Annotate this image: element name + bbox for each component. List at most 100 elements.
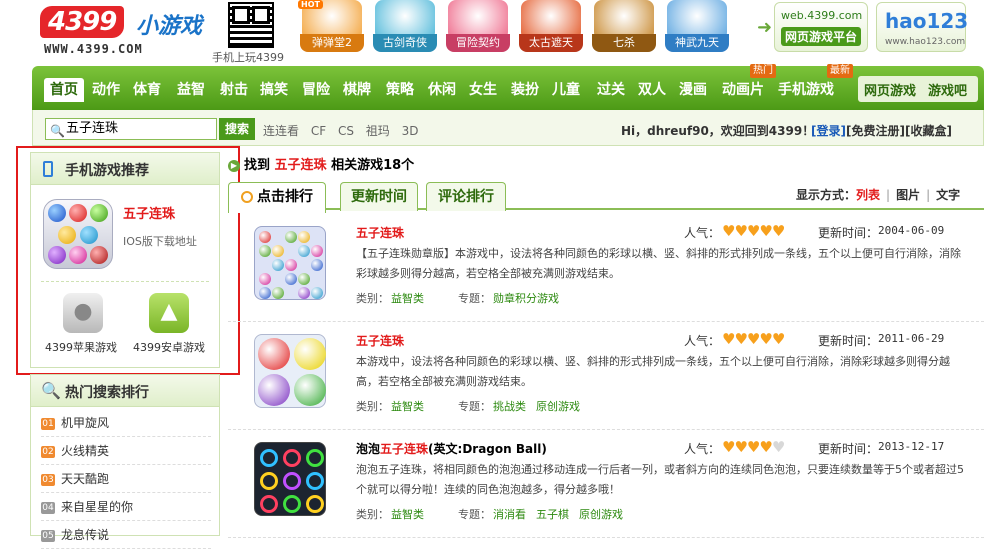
display-text[interactable]: 文字 [936,188,960,202]
game-thumbnail-icon[interactable] [254,334,326,408]
display-mode: 显示方式：列表 | 图片 | 文字 [796,188,961,202]
apple-games-link[interactable]: 4399苹果游戏 [45,339,117,355]
category-link[interactable]: 益智类 [391,508,424,521]
nav-item-levels[interactable]: 过关 [597,78,625,102]
nav-item-shooting[interactable]: 射击 [220,78,248,102]
category-label: 类别： [356,400,389,413]
tab-clicks[interactable]: 点击排行 [228,182,326,213]
apple-icon[interactable]: ● [63,293,103,333]
android-icon[interactable]: ▲ [149,293,189,333]
title-red: 五子连珠 [356,226,405,240]
nav-item-girls[interactable]: 女生 [469,78,497,102]
topic-link[interactable]: 原创游戏 [536,400,580,413]
rank-item[interactable]: 01 机甲旋风 [41,409,211,437]
ball-icon [285,231,297,243]
ball-icon [48,204,66,222]
nav-item-two-player[interactable]: 双人 [638,78,666,102]
heart-icon: ♥ [734,438,747,456]
hot-word[interactable]: CS [338,124,354,138]
heart-icon: ♥ [722,330,735,348]
featured-game-label: 弹弹堂2 [300,34,364,52]
heart-icon: ♥ [771,222,785,240]
topic-link[interactable]: 勋章积分游戏 [493,292,559,305]
divider [41,281,209,282]
game-title[interactable]: 五子连珠 [356,332,404,349]
category-link[interactable]: 益智类 [391,400,424,413]
nav-item-cartoons[interactable]: 动画片 [722,78,764,102]
featured-game-3[interactable]: 冒险契约 [442,0,512,56]
featured-game-label: 冒险契约 [446,34,510,52]
update-label: 更新时间： [818,442,879,456]
ball-icon [260,472,278,490]
topic-link[interactable]: 原创游戏 [579,508,623,521]
rank-number: 04 [41,501,55,514]
nav-right-box: 网页游戏 游戏吧 [858,76,978,102]
nav-item-dressup[interactable]: 装扮 [511,78,539,102]
nav-game-bar[interactable]: 游戏吧 [928,80,967,99]
hot-word[interactable]: 连连看 [263,124,299,138]
ball-icon [298,245,310,257]
update-label: 更新时间： [818,226,879,240]
tab-update-time[interactable]: 更新时间 [340,182,418,211]
nav-item-mobile-games[interactable]: 手机游戏 [778,78,834,102]
rank-item[interactable]: 03 天天酷跑 [41,465,211,493]
nav-item-strategy[interactable]: 策略 [386,78,414,102]
game-thumbnail-icon[interactable] [254,442,326,516]
display-list[interactable]: 列表 [856,188,880,202]
featured-game-5[interactable]: 七杀 [588,0,658,56]
nav-item-sports[interactable]: 体育 [133,78,161,102]
nav-item-casual[interactable]: 休闲 [428,78,456,102]
favorite-box-link[interactable]: [收藏盒] [905,124,952,138]
mobile-game-name[interactable]: 五子连珠 [123,203,175,222]
tab-comments[interactable]: 评论排行 [426,182,506,211]
heart-icon: ♥ [771,438,785,456]
nav-item-puzzle[interactable]: 益智 [177,78,205,102]
topic-link[interactable]: 消消看 [493,508,526,521]
search-button[interactable]: 搜索 [219,118,255,140]
ball-icon [294,374,326,406]
ball-icon [259,231,271,243]
topic-link[interactable]: 五子棋 [536,508,569,521]
nav-item-action[interactable]: 动作 [92,78,120,102]
ball-icon [272,287,284,299]
rank-item[interactable]: 02 火线精英 [41,437,211,465]
hot-word[interactable]: 祖玛 [366,124,390,138]
login-link[interactable]: [登录] [811,124,846,138]
nav-item-kids[interactable]: 儿童 [552,78,580,102]
nav-item-adventure[interactable]: 冒险 [302,78,330,102]
game-title[interactable]: 五子连珠 [356,224,404,241]
heart-icon: ♥ [746,438,760,456]
category-link[interactable]: 益智类 [391,292,424,305]
topic-label: 专题： [458,400,491,413]
register-link[interactable]: [免费注册] [846,124,905,138]
game-thumbnail-icon[interactable] [254,226,326,300]
nav-web-games[interactable]: 网页游戏 [864,80,916,99]
hot-word[interactable]: CF [311,124,326,138]
rank-item[interactable]: 05 龙息传说 [41,521,211,549]
nav-item-home[interactable]: 首页 [44,78,84,102]
search-input[interactable]: 🔍 五子连珠 [45,118,217,140]
game-title[interactable]: 泡泡五子连珠(英文:Dragon Ball) [356,440,547,457]
ball-icon [298,273,310,285]
topic-link[interactable]: 挑战类 [493,400,526,413]
panel-header: 手机游戏推荐 [31,153,219,185]
nav-item-comics[interactable]: 漫画 [679,78,707,102]
featured-game-6[interactable]: 神武九天 [661,0,731,56]
featured-game-4[interactable]: 太古遮天 [515,0,585,56]
popularity-hearts: ♥♥♥♥♥ [722,222,785,240]
web-games-link[interactable]: ➜ web.4399.com 网页游戏平台 [757,2,868,52]
android-games-link[interactable]: 4399安卓游戏 [133,339,205,355]
hao123-link[interactable]: hao123 www.hao123.com [876,2,968,52]
ios-download-link[interactable]: IOS版下载地址 [123,233,197,249]
qr-code-icon[interactable] [228,2,274,48]
hot-word[interactable]: 3D [402,124,419,138]
rank-item[interactable]: 04 来自星星的你 [41,493,211,521]
featured-game-1[interactable]: HOT 弹弹堂2 [296,0,366,56]
user-links: [登录][免费注册][收藏盒] [811,122,952,139]
display-image[interactable]: 图片 [896,188,920,202]
connect-five-app-icon[interactable] [43,199,113,269]
site-logo[interactable]: 4399 小游戏 WWW.4399.COM [40,6,215,56]
nav-item-funny[interactable]: 搞笑 [260,78,288,102]
featured-game-2[interactable]: 古剑奇侠 [369,0,439,56]
nav-item-board[interactable]: 棋牌 [343,78,371,102]
